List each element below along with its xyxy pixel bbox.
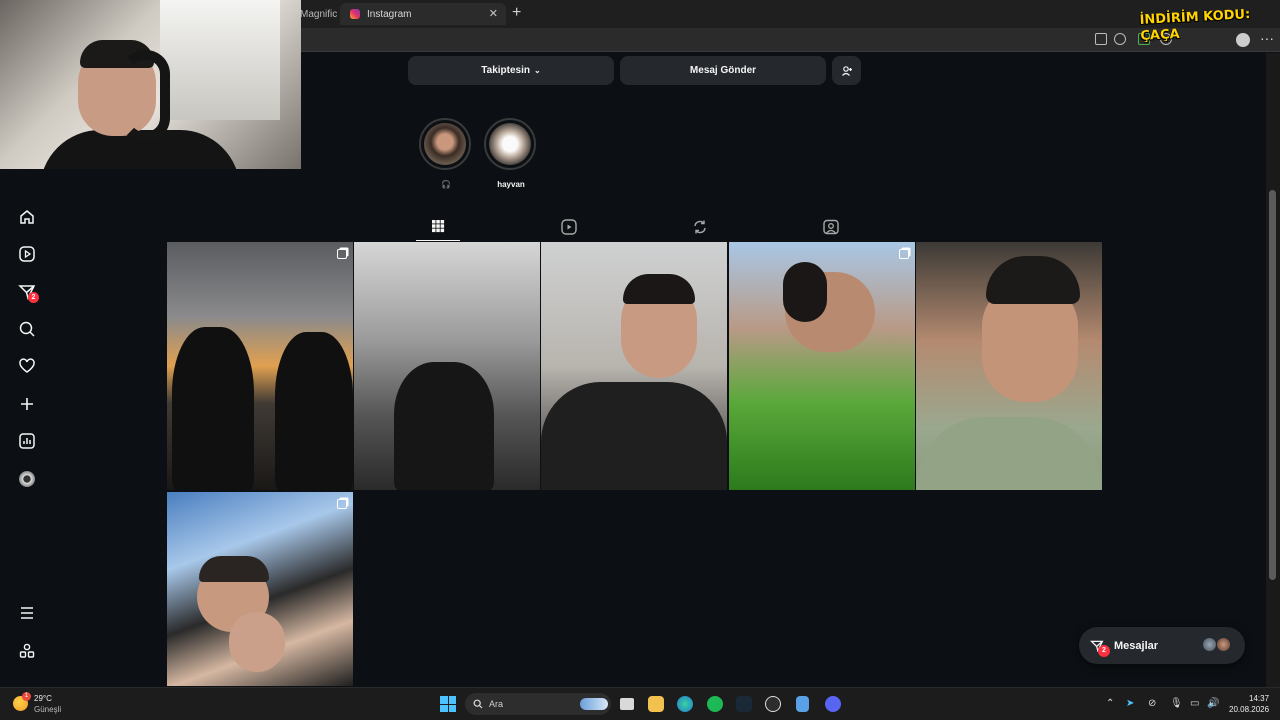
apps-icon[interactable]	[18, 642, 36, 660]
edge-browser-icon[interactable]	[677, 696, 693, 712]
more-menu-button[interactable]: ···	[1260, 30, 1274, 46]
silhouette	[275, 332, 353, 490]
tab-title: Instagram	[367, 8, 412, 20]
volume-icon[interactable]: 🔊	[1207, 698, 1219, 709]
windows-taskbar	[0, 687, 1280, 720]
highlight-label: hayvan	[497, 180, 525, 189]
webcam-overlay	[0, 0, 301, 169]
post-thumbnail[interactable]	[541, 242, 727, 490]
weather-badge: 1	[22, 692, 31, 701]
background-window	[160, 0, 280, 120]
conversation-avatar	[1202, 637, 1217, 652]
file-explorer-icon[interactable]	[648, 696, 664, 712]
story-highlight[interactable]	[419, 118, 471, 170]
send-message-label: Mesaj Gönder	[689, 65, 757, 76]
clock-date[interactable]: 20.08.2026	[1229, 705, 1269, 714]
post-thumbnail[interactable]	[167, 242, 353, 490]
carousel-icon	[337, 249, 347, 259]
active-tab-indicator	[416, 240, 460, 241]
tab-instagram[interactable]: Instagram ✕	[340, 3, 506, 25]
search-icon[interactable]	[18, 320, 36, 338]
tab-magnific[interactable]: Magnific	[300, 3, 340, 25]
messages-pill-badge: 2	[1098, 645, 1110, 657]
send-message-button[interactable]: Mesaj Gönder	[620, 56, 826, 85]
hair	[783, 262, 827, 322]
following-button[interactable]: Takiptesin ⌄	[408, 56, 614, 85]
notepad-icon[interactable]	[796, 696, 809, 712]
task-view-icon[interactable]	[620, 698, 634, 710]
reels-icon[interactable]	[559, 218, 579, 236]
messages-badge: 2	[28, 292, 39, 303]
carousel-icon	[899, 249, 909, 259]
heart-icon[interactable]	[18, 357, 36, 375]
menu-icon[interactable]	[18, 604, 36, 622]
highlight-image	[424, 123, 466, 165]
carousel-icon	[337, 499, 347, 509]
promo-overlay: İNDİRİM KODU: ÇAÇA	[1139, 7, 1251, 44]
microphone-icon[interactable]: 🎙	[1170, 698, 1183, 709]
tray-app-icon[interactable]: ⊘	[1148, 698, 1156, 709]
hair	[623, 274, 695, 304]
reels-icon[interactable]	[18, 245, 36, 263]
hair	[986, 256, 1080, 304]
jacket	[541, 382, 727, 490]
story-highlight[interactable]	[484, 118, 536, 170]
suggest-user-button[interactable]	[832, 56, 861, 85]
posts-grid-icon[interactable]	[428, 218, 448, 236]
post-thumbnail[interactable]	[916, 242, 1102, 490]
post-thumbnail[interactable]	[167, 492, 353, 686]
profile-avatar[interactable]	[19, 471, 35, 487]
instagram-icon	[350, 9, 360, 19]
close-tab-icon[interactable]: ✕	[489, 7, 498, 20]
taskbar-search-label: Ara	[489, 699, 504, 709]
tray-app-icon[interactable]: ➤	[1126, 698, 1134, 709]
scrollbar-thumb[interactable]	[1269, 190, 1276, 580]
highlight-label: 🎧	[441, 180, 451, 189]
dashboard-icon[interactable]	[18, 432, 36, 450]
face	[229, 612, 285, 672]
spotify-icon[interactable]	[707, 696, 723, 712]
address-bar[interactable]	[300, 28, 1280, 52]
weather-temperature: 29°C	[34, 694, 52, 703]
add-user-icon	[841, 65, 852, 76]
obs-icon[interactable]	[765, 696, 781, 712]
following-label: Takiptesin	[481, 65, 530, 76]
chevron-up-icon[interactable]: ⌃	[1106, 698, 1114, 709]
new-tab-button[interactable]: +	[512, 4, 521, 22]
post-thumbnail[interactable]	[729, 242, 915, 490]
split-screen-icon[interactable]	[1095, 33, 1107, 45]
silhouette	[172, 327, 254, 490]
reposts-icon[interactable]	[690, 218, 710, 236]
highlight-image	[489, 123, 531, 165]
person-in-chair	[394, 362, 494, 490]
headphones	[120, 50, 170, 142]
hair	[199, 556, 269, 582]
discord-icon[interactable]	[825, 696, 841, 712]
steam-icon[interactable]	[736, 696, 752, 712]
create-icon[interactable]	[18, 395, 36, 413]
tab-title: Magnific	[300, 8, 338, 20]
post-thumbnail[interactable]	[354, 242, 540, 490]
tagged-icon[interactable]	[821, 218, 841, 236]
weather-description: Güneşli	[34, 705, 62, 714]
windows-start-icon[interactable]	[440, 696, 456, 712]
display-icon[interactable]: ▭	[1190, 698, 1199, 709]
favorite-star-icon[interactable]	[1114, 33, 1126, 45]
tshirt	[916, 417, 1102, 490]
chevron-down-icon: ⌄	[534, 66, 541, 75]
search-highlight-image	[580, 698, 608, 710]
conversation-avatar	[1216, 637, 1231, 652]
messages-pill-label: Mesajlar	[1114, 640, 1159, 652]
search-icon	[473, 699, 483, 709]
home-icon[interactable]	[18, 208, 36, 226]
clock-time[interactable]: 14:37	[1249, 694, 1269, 703]
